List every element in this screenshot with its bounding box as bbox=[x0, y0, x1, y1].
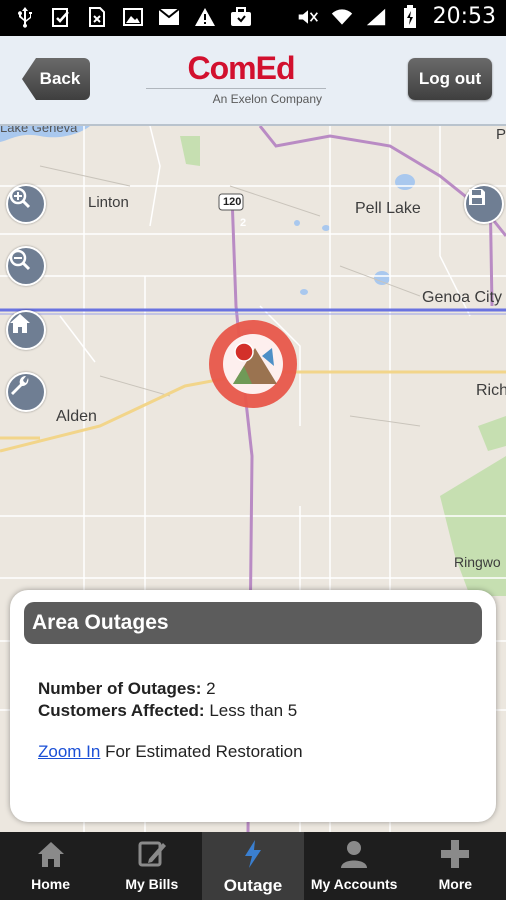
tab-label-my-accounts: My Accounts bbox=[310, 876, 398, 892]
tab-label-my-bills: My Bills bbox=[125, 876, 179, 892]
person-icon bbox=[336, 838, 372, 870]
clipboard-check-icon bbox=[50, 6, 72, 28]
warning-icon bbox=[194, 6, 216, 28]
tab-my-bills[interactable]: My Bills bbox=[101, 832, 202, 900]
tab-label-home: Home bbox=[31, 876, 71, 892]
tab-my-accounts[interactable]: My Accounts bbox=[304, 832, 405, 900]
no-sim-icon bbox=[86, 6, 108, 28]
tab-label-more: More bbox=[438, 876, 473, 892]
popup-details: Number of Outages: 2 Customers Affected:… bbox=[38, 678, 297, 722]
lightning-icon bbox=[235, 838, 271, 870]
tab-more[interactable]: More bbox=[405, 832, 506, 900]
outages-row: Number of Outages: 2 bbox=[38, 678, 297, 700]
back-button[interactable]: Back bbox=[22, 58, 90, 100]
zoom-in-button[interactable] bbox=[6, 184, 46, 224]
signal-icon bbox=[365, 6, 387, 28]
popup-title: Area Outages bbox=[24, 602, 482, 644]
comed-logo: ComEd An Exelon Company bbox=[146, 50, 336, 110]
tab-outage[interactable]: Outage bbox=[202, 832, 304, 900]
logo-tagline: An Exelon Company bbox=[212, 92, 322, 106]
map-label-pell-lake: Pell Lake bbox=[355, 200, 421, 217]
bottom-tab-bar: Home My Bills Outage My Accounts More bbox=[0, 832, 506, 900]
map-label-genoa-city: Genoa City bbox=[422, 289, 503, 306]
tab-home[interactable]: Home bbox=[0, 832, 101, 900]
map-label-lake-geneva: Lake Geneva bbox=[0, 126, 78, 135]
home-icon bbox=[33, 838, 69, 870]
status-bar: 20:53 bbox=[0, 0, 506, 36]
zoom-out-button[interactable] bbox=[6, 246, 46, 286]
outages-value: 2 bbox=[206, 679, 216, 698]
map-save-button[interactable] bbox=[464, 184, 504, 224]
logo-brand-text: ComEd bbox=[187, 50, 296, 86]
customers-row: Customers Affected: Less than 5 bbox=[38, 700, 297, 722]
briefcase-icon bbox=[230, 6, 252, 28]
customers-label: Customers Affected: bbox=[38, 701, 205, 720]
logout-button[interactable]: Log out bbox=[408, 58, 492, 100]
logo-divider bbox=[146, 88, 326, 89]
edit-icon bbox=[134, 838, 170, 870]
map-label-corner: P bbox=[496, 126, 506, 143]
route-120-shield: 120 bbox=[223, 196, 242, 208]
area-outages-popup: Area Outages Number of Outages: 2 Custom… bbox=[10, 590, 496, 822]
outage-count-badge[interactable]: 2 bbox=[240, 217, 246, 229]
mute-icon bbox=[297, 6, 319, 28]
map-home-button[interactable] bbox=[6, 310, 46, 350]
app-header: Back ComEd An Exelon Company Log out bbox=[0, 36, 506, 126]
image-icon bbox=[122, 6, 144, 28]
customers-value: Less than 5 bbox=[209, 701, 298, 720]
restoration-row: Zoom In For Estimated Restoration bbox=[38, 742, 303, 762]
usb-icon bbox=[14, 6, 36, 28]
map-label-linton: Linton bbox=[88, 194, 129, 211]
outages-label: Number of Outages: bbox=[38, 679, 202, 698]
map-label-richmond: Rich bbox=[476, 382, 506, 399]
wifi-icon bbox=[331, 6, 353, 28]
tab-label-outage: Outage bbox=[223, 876, 283, 895]
map-tools-button[interactable] bbox=[6, 372, 46, 412]
gmail-icon bbox=[158, 6, 180, 28]
plus-icon bbox=[437, 838, 473, 870]
zoom-in-suffix: For Estimated Restoration bbox=[105, 742, 303, 761]
map-label-ringwood: Ringwo bbox=[454, 554, 501, 570]
map-label-alden: Alden bbox=[56, 408, 97, 425]
battery-icon bbox=[399, 4, 421, 28]
zoom-in-link[interactable]: Zoom In bbox=[38, 742, 100, 761]
clock: 20:53 bbox=[432, 4, 496, 29]
